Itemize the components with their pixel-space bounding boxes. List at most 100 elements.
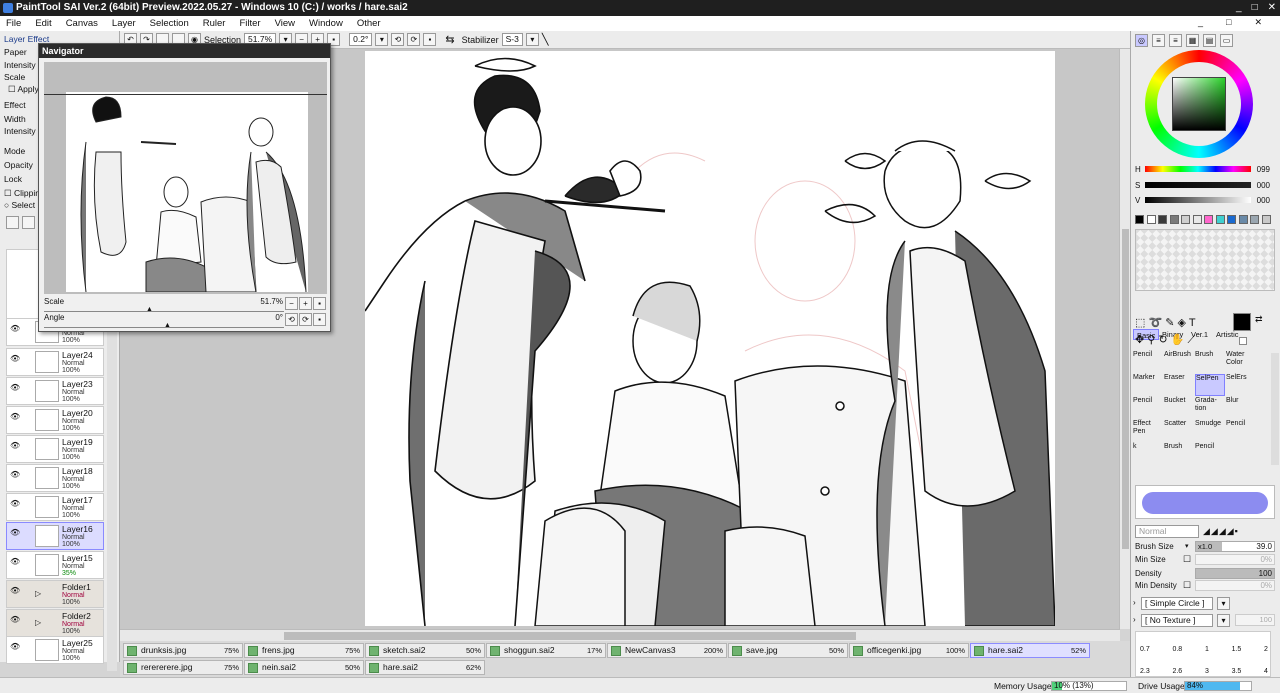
new-folder-icon[interactable] <box>22 216 35 229</box>
value-value[interactable]: 000 <box>1257 196 1270 205</box>
angle-dropdown-icon[interactable]: ▾ <box>375 33 389 46</box>
document-tab-active[interactable]: hare.sai2 52% <box>970 643 1090 658</box>
layer-item[interactable]: 👁 Layer23 Normal 100% <box>6 377 104 405</box>
zoom-tool-icon[interactable]: ⚲ <box>1147 334 1155 346</box>
rect-select-icon[interactable]: ⬚ <box>1135 317 1145 329</box>
brush-edge-hardness-icons[interactable]: ◢◢◢◢▪ <box>1203 526 1239 537</box>
visibility-eye-icon[interactable]: 👁 <box>10 586 20 595</box>
visibility-eye-icon[interactable]: 👁 <box>10 354 20 363</box>
layer-item-selected[interactable]: 👁 Layer16 Normal 100% <box>6 522 104 550</box>
folder-expand-icon[interactable]: ▷ <box>35 589 41 598</box>
hue-slider[interactable] <box>1145 166 1251 172</box>
lasso-icon[interactable]: ➰ <box>1148 317 1162 329</box>
brush-shape-expand-icon[interactable]: › <box>1133 598 1136 607</box>
hsv-slider-tab-icon[interactable]: ≡ <box>1169 34 1182 47</box>
min-density-checkbox[interactable]: ☐ <box>1183 580 1191 591</box>
tool-custom-k[interactable]: k <box>1133 443 1163 465</box>
rotate-cw-icon[interactable]: ⟳ <box>407 33 421 46</box>
menu-other[interactable]: Other <box>357 18 381 29</box>
tool-watercolor[interactable]: Water Color <box>1226 351 1256 373</box>
visibility-eye-icon[interactable]: 👁 <box>10 383 20 392</box>
brush-texture-select[interactable]: [ No Texture ] <box>1141 614 1213 627</box>
menu-canvas[interactable]: Canvas <box>66 18 98 29</box>
transparent-color-swatch[interactable] <box>1239 337 1247 345</box>
tool-brush-2[interactable]: Brush <box>1164 443 1194 465</box>
visibility-eye-icon[interactable]: 👁 <box>10 528 20 537</box>
folder-item[interactable]: 👁 ▷ Folder1 Normal 100% <box>6 580 104 608</box>
document-tab[interactable]: NewCanvas3 200% <box>607 643 727 658</box>
layer-item[interactable]: 👁 Layer18 Normal 100% <box>6 464 104 492</box>
color-swatch[interactable] <box>1181 215 1190 224</box>
move-icon[interactable]: ✥ <box>1135 334 1144 346</box>
swatch-tab-icon[interactable]: ▦ <box>1186 34 1199 47</box>
navigator-zoom-in-icon[interactable]: + <box>299 297 312 310</box>
palette-tab-icon[interactable]: ▤ <box>1203 34 1216 47</box>
visibility-eye-icon[interactable]: 👁 <box>10 470 20 479</box>
tool-pencil[interactable]: Pencil <box>1133 351 1163 373</box>
layer-item[interactable]: 👁 Layer17 Normal 100% <box>6 493 104 521</box>
visibility-eye-icon[interactable]: 👁 <box>10 441 20 450</box>
brush-size-preset[interactable]: 2.3 <box>1140 668 1150 675</box>
drawing-canvas[interactable] <box>365 51 1055 626</box>
angle-field[interactable]: 0.2° <box>349 33 373 46</box>
layer-item[interactable]: 👁 Layer24 Normal 100% <box>6 348 104 376</box>
visibility-eye-icon[interactable]: 👁 <box>10 615 20 624</box>
tool-bucket[interactable]: Bucket <box>1164 397 1194 419</box>
visibility-eye-icon[interactable]: 👁 <box>10 499 20 508</box>
saturation-slider[interactable] <box>1145 182 1251 188</box>
color-swatch[interactable] <box>1169 215 1179 224</box>
document-tab[interactable]: officegenki.jpg 100% <box>849 643 969 658</box>
visibility-eye-icon[interactable]: 👁 <box>10 324 20 333</box>
magic-wand-icon[interactable]: ✎ <box>1165 317 1174 329</box>
brush-size-preset[interactable]: 0.7 <box>1140 646 1150 653</box>
tool-selers[interactable]: SelErs <box>1226 374 1256 396</box>
color-swatch[interactable] <box>1261 215 1271 224</box>
vertical-scrollbar-thumb[interactable] <box>1122 229 1129 549</box>
color-wheel-tab-icon[interactable]: ◎ <box>1135 34 1148 47</box>
brush-size-preset[interactable]: 0.8 <box>1172 646 1182 653</box>
tool-scatter[interactable]: Scatter <box>1164 420 1194 442</box>
navigator-zoom-out-icon[interactable]: − <box>285 297 298 310</box>
tool-pencil-4[interactable]: Pencil <box>1195 443 1225 465</box>
hue-value[interactable]: 099 <box>1257 165 1270 174</box>
navigator-title[interactable]: Navigator <box>39 44 330 58</box>
line-tool-icon[interactable]: ╲ <box>542 33 549 46</box>
document-tab[interactable]: nein.sai2 50% <box>244 660 364 675</box>
layer-item[interactable]: 👁 Layer19 Normal 100% <box>6 435 104 463</box>
menu-filter[interactable]: Filter <box>239 18 260 29</box>
navigator-angle-thumb-icon[interactable]: ▲ <box>164 322 171 329</box>
new-layer-icon[interactable] <box>6 216 19 229</box>
navigator-angle-slider[interactable]: ▲ <box>44 322 284 329</box>
color-swatch[interactable] <box>1135 215 1144 224</box>
min-density-slider[interactable]: 0% <box>1195 580 1275 591</box>
mdi-restore-button[interactable]: □ <box>1226 17 1231 28</box>
color-swatch[interactable] <box>1215 215 1225 224</box>
document-tab[interactable]: drunksis.jpg 75% <box>123 643 243 658</box>
swap-colors-icon[interactable]: ⇄ <box>1255 314 1263 325</box>
folder-expand-icon[interactable]: ▷ <box>35 618 41 627</box>
rotate-ccw-icon[interactable]: ⟲ <box>391 33 405 46</box>
tool-pencil-3[interactable]: Pencil <box>1226 420 1256 442</box>
brush-size-slider[interactable]: x1.0 39.0 <box>1195 541 1275 552</box>
visibility-eye-icon[interactable]: 👁 <box>10 557 20 566</box>
tool-marker[interactable]: Marker <box>1133 374 1163 396</box>
min-size-checkbox[interactable]: ☐ <box>1183 554 1191 565</box>
minimize-button[interactable]: _ <box>1236 0 1242 16</box>
menu-view[interactable]: View <box>275 18 295 29</box>
navigator-preview[interactable] <box>44 62 327 294</box>
navigator-rotate-ccw-icon[interactable]: ⟲ <box>285 313 298 326</box>
navigator-scale-slider[interactable]: ▲ <box>44 306 284 313</box>
saturation-value[interactable]: 000 <box>1257 181 1270 190</box>
shape-icon[interactable]: ◈ <box>1178 317 1186 329</box>
brush-size-dropdown-icon[interactable]: ▾ <box>1185 542 1189 550</box>
folder-item[interactable]: 👁 ▷ Folder2 Normal 100% <box>6 609 104 637</box>
document-tab[interactable]: frens.jpg 75% <box>244 643 364 658</box>
vertical-scrollbar[interactable] <box>1119 49 1130 629</box>
menu-edit[interactable]: Edit <box>35 18 51 29</box>
layer-item[interactable]: 👁 Layer15 Normal 35% <box>6 551 104 579</box>
brush-size-preset[interactable]: 1 <box>1205 646 1209 653</box>
mdi-minimize-button[interactable]: _ <box>1198 17 1203 28</box>
horizontal-scrollbar-thumb[interactable] <box>284 632 856 640</box>
color-scratchpad[interactable] <box>1135 229 1275 291</box>
brush-texture-dropdown-icon[interactable]: ▾ <box>1217 614 1230 627</box>
